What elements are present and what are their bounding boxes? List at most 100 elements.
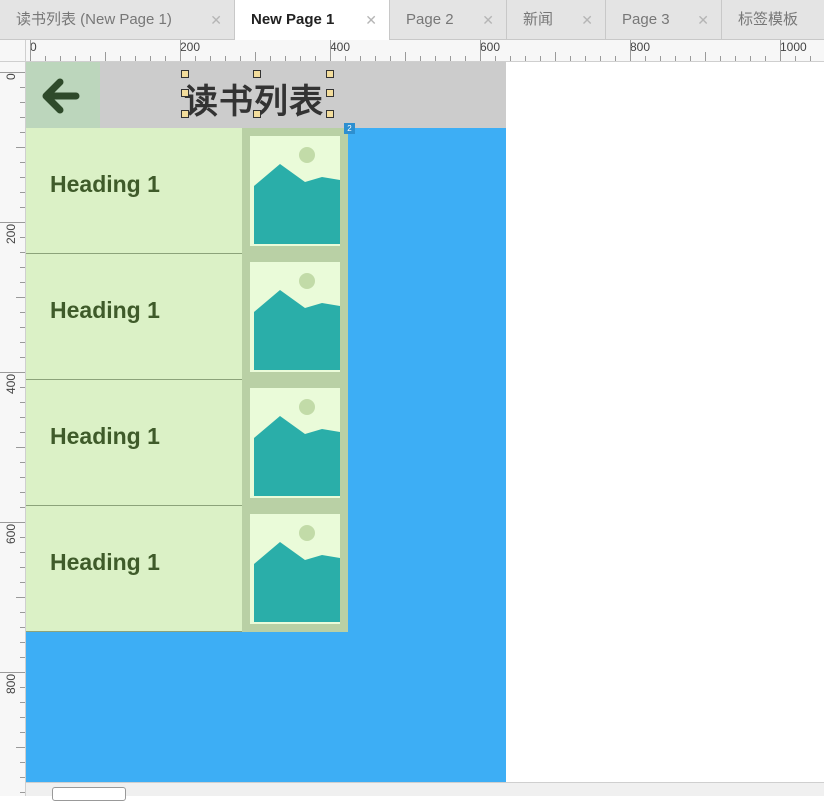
ruler-tick xyxy=(555,52,556,61)
ruler-label: 600 xyxy=(480,40,501,54)
ruler-tick xyxy=(330,40,331,61)
ruler-tick xyxy=(615,56,616,61)
list-item-text: Heading 1 xyxy=(26,506,242,632)
selection-handle[interactable] xyxy=(181,89,189,97)
selection-handle[interactable] xyxy=(326,70,334,78)
ruler-tick xyxy=(705,52,706,61)
tab-label: 读书列表 (New Page 1) xyxy=(16,11,172,28)
ruler-label: 400 xyxy=(330,40,351,54)
ruler-tick xyxy=(450,56,451,61)
ruler-corner xyxy=(0,40,26,62)
ruler-tick xyxy=(345,56,346,61)
tab-news[interactable]: 新闻 ✕ xyxy=(507,0,606,39)
close-icon[interactable]: ✕ xyxy=(482,0,494,40)
ruler-tick xyxy=(20,357,25,358)
ruler-tick xyxy=(165,56,166,61)
list-item[interactable]: Heading 1 xyxy=(26,380,348,506)
ruler-tick xyxy=(20,507,25,508)
ruler-tick xyxy=(795,56,796,61)
ruler-tick xyxy=(16,147,25,148)
ruler-tick xyxy=(810,56,811,61)
ruler-tick xyxy=(750,56,751,61)
image-placeholder-icon xyxy=(250,514,340,624)
ruler-tick xyxy=(225,56,226,61)
ruler-tick xyxy=(780,40,781,61)
ruler-tick xyxy=(375,56,376,61)
ruler-tick xyxy=(180,40,181,61)
selection-handle[interactable] xyxy=(253,70,261,78)
ruler-tick xyxy=(20,642,25,643)
ruler-tick xyxy=(20,687,25,688)
list-item[interactable]: Heading 1 xyxy=(26,506,348,632)
tab-new-page-1[interactable]: New Page 1 ✕ xyxy=(235,0,390,40)
tab-label: 新闻 xyxy=(523,11,554,28)
list-item-heading: Heading 1 xyxy=(50,549,160,575)
ruler-tick xyxy=(105,52,106,61)
ruler-tick xyxy=(20,87,25,88)
selection-handle[interactable] xyxy=(253,110,261,118)
ruler-tick xyxy=(525,56,526,61)
tab-page-3[interactable]: Page 3 ✕ xyxy=(606,0,722,39)
ruler-tick xyxy=(495,56,496,61)
close-icon[interactable]: ✕ xyxy=(697,0,709,40)
ruler-tick xyxy=(20,312,25,313)
design-canvas[interactable]: 读书列表 Heading 1 Heading 1 Heading 1 Headi… xyxy=(26,62,506,782)
corner-badge: 2 xyxy=(344,123,355,134)
selection-handle[interactable] xyxy=(326,110,334,118)
ruler-label: 800 xyxy=(630,40,651,54)
ruler-tick xyxy=(20,342,25,343)
ruler-tick xyxy=(20,102,25,103)
list-item[interactable]: Heading 1 xyxy=(26,128,348,254)
list-item-heading: Heading 1 xyxy=(50,171,160,197)
ruler-tick xyxy=(20,432,25,433)
image-frame xyxy=(242,506,348,632)
list-item-heading: Heading 1 xyxy=(50,423,160,449)
ruler-label: 0 xyxy=(30,40,37,54)
selection-handle[interactable] xyxy=(326,89,334,97)
close-icon[interactable]: ✕ xyxy=(210,0,222,40)
close-icon[interactable]: ✕ xyxy=(581,0,593,40)
horizontal-ruler[interactable]: 0 200 400 600 800 1000 xyxy=(26,40,824,62)
tab-tag-template[interactable]: 标签模板 xyxy=(722,0,824,39)
image-placeholder-icon xyxy=(250,136,340,246)
tab-label: New Page 1 xyxy=(251,11,335,28)
ruler-tick xyxy=(150,56,151,61)
ruler-tick xyxy=(90,56,91,61)
ruler-tick xyxy=(45,56,46,61)
tab-label: Page 3 xyxy=(622,11,670,28)
ruler-tick xyxy=(20,282,25,283)
image-placeholder-icon xyxy=(250,388,340,498)
ruler-tick xyxy=(20,537,25,538)
image-frame xyxy=(242,128,348,254)
back-button[interactable] xyxy=(26,62,100,128)
ruler-tick xyxy=(240,56,241,61)
vertical-ruler[interactable]: 0 200 400 600 800 xyxy=(0,62,26,796)
ruler-tick xyxy=(20,777,25,778)
ruler-tick xyxy=(420,56,421,61)
ruler-tick xyxy=(195,56,196,61)
ruler-tick xyxy=(20,237,25,238)
ruler-tick xyxy=(20,267,25,268)
tab-page-2[interactable]: Page 2 ✕ xyxy=(390,0,507,39)
ruler-tick xyxy=(0,372,25,373)
list-item-text: Heading 1 xyxy=(26,128,242,254)
tab-label: 标签模板 xyxy=(738,11,799,28)
ruler-tick xyxy=(300,56,301,61)
ruler-tick xyxy=(585,56,586,61)
ruler-tick xyxy=(600,56,601,61)
scrollbar-thumb[interactable] xyxy=(52,787,126,801)
ruler-tick xyxy=(120,56,121,61)
ruler-label: 600 xyxy=(4,523,18,544)
ruler-tick xyxy=(20,462,25,463)
ruler-tick xyxy=(270,56,271,61)
close-icon[interactable]: ✕ xyxy=(365,0,377,40)
selection-handle[interactable] xyxy=(181,110,189,118)
selection-handle[interactable] xyxy=(181,70,189,78)
tab-reading-list[interactable]: 读书列表 (New Page 1) ✕ xyxy=(0,0,235,39)
image-frame xyxy=(242,254,348,380)
horizontal-scrollbar[interactable] xyxy=(26,782,824,801)
ruler-tick xyxy=(690,56,691,61)
ruler-tick xyxy=(0,72,25,73)
ruler-label: 400 xyxy=(4,373,18,394)
list-item[interactable]: Heading 1 xyxy=(26,254,348,380)
